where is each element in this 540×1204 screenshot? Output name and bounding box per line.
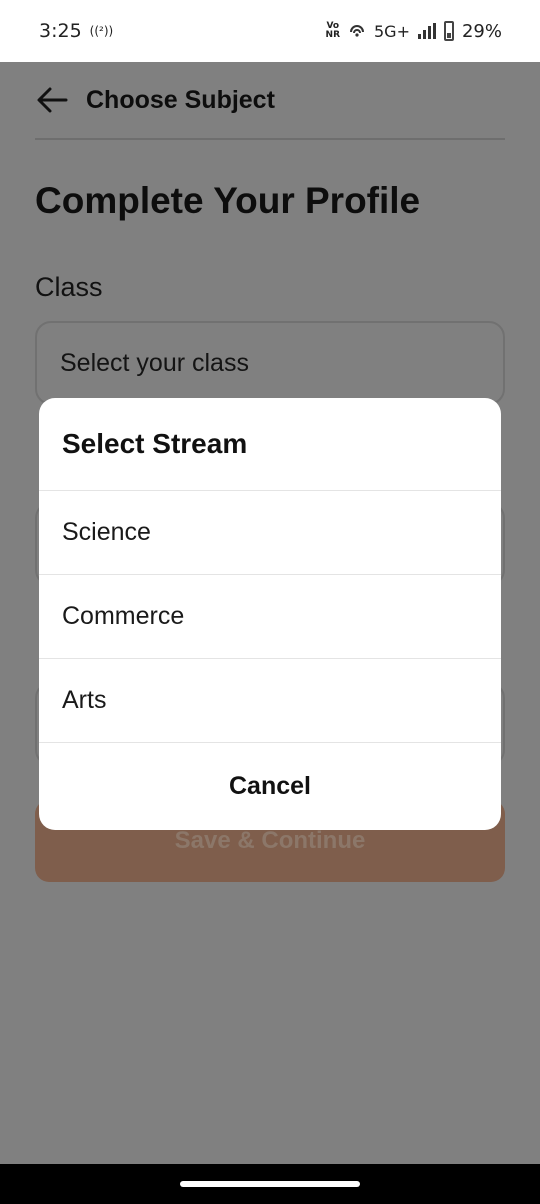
cancel-label: Cancel bbox=[229, 771, 311, 800]
battery-percent: 29% bbox=[461, 20, 502, 42]
app-header: Choose Subject bbox=[35, 62, 505, 140]
status-right: Vo NR 5G+ 29% bbox=[326, 21, 502, 42]
network-type: 5G+ bbox=[374, 21, 410, 41]
battery-icon bbox=[443, 21, 454, 41]
page-title: Complete Your Profile bbox=[35, 180, 421, 221]
save-continue-label: Save & Continue bbox=[174, 827, 366, 854]
wifi-calling-icon bbox=[350, 25, 364, 37]
class-select-placeholder: Select your class bbox=[60, 348, 249, 377]
status-bar: 3:25 ((²)) Vo NR 5G+ 29% bbox=[0, 0, 540, 62]
status-left: 3:25 ((²)) bbox=[39, 20, 113, 42]
stream-option-label: Arts bbox=[62, 686, 107, 714]
vonr-bottom: NR bbox=[325, 30, 340, 40]
system-nav-bar bbox=[0, 1164, 540, 1204]
stream-option-label: Science bbox=[62, 518, 151, 546]
stream-option-label: Commerce bbox=[62, 602, 185, 630]
stream-option-commerce[interactable]: Commerce bbox=[39, 575, 501, 659]
stream-option-science[interactable]: Science bbox=[39, 491, 501, 575]
vonr-icon: Vo NR bbox=[326, 22, 340, 40]
class-label: Class bbox=[35, 272, 103, 302]
class-select[interactable]: Select your class bbox=[35, 321, 505, 405]
home-handle[interactable] bbox=[180, 1181, 360, 1187]
stream-option-arts[interactable]: Arts bbox=[39, 659, 501, 743]
signal-icon bbox=[417, 23, 436, 39]
status-time: 3:25 bbox=[39, 20, 82, 42]
select-stream-dialog: Select Stream Science Commerce Arts Canc… bbox=[39, 398, 501, 830]
dialog-title: Select Stream bbox=[39, 398, 501, 491]
header-title: Choose Subject bbox=[86, 85, 275, 114]
cancel-button[interactable]: Cancel bbox=[39, 743, 501, 829]
arrow-left-icon[interactable] bbox=[35, 83, 69, 117]
hotspot-icon: ((²)) bbox=[89, 24, 114, 38]
